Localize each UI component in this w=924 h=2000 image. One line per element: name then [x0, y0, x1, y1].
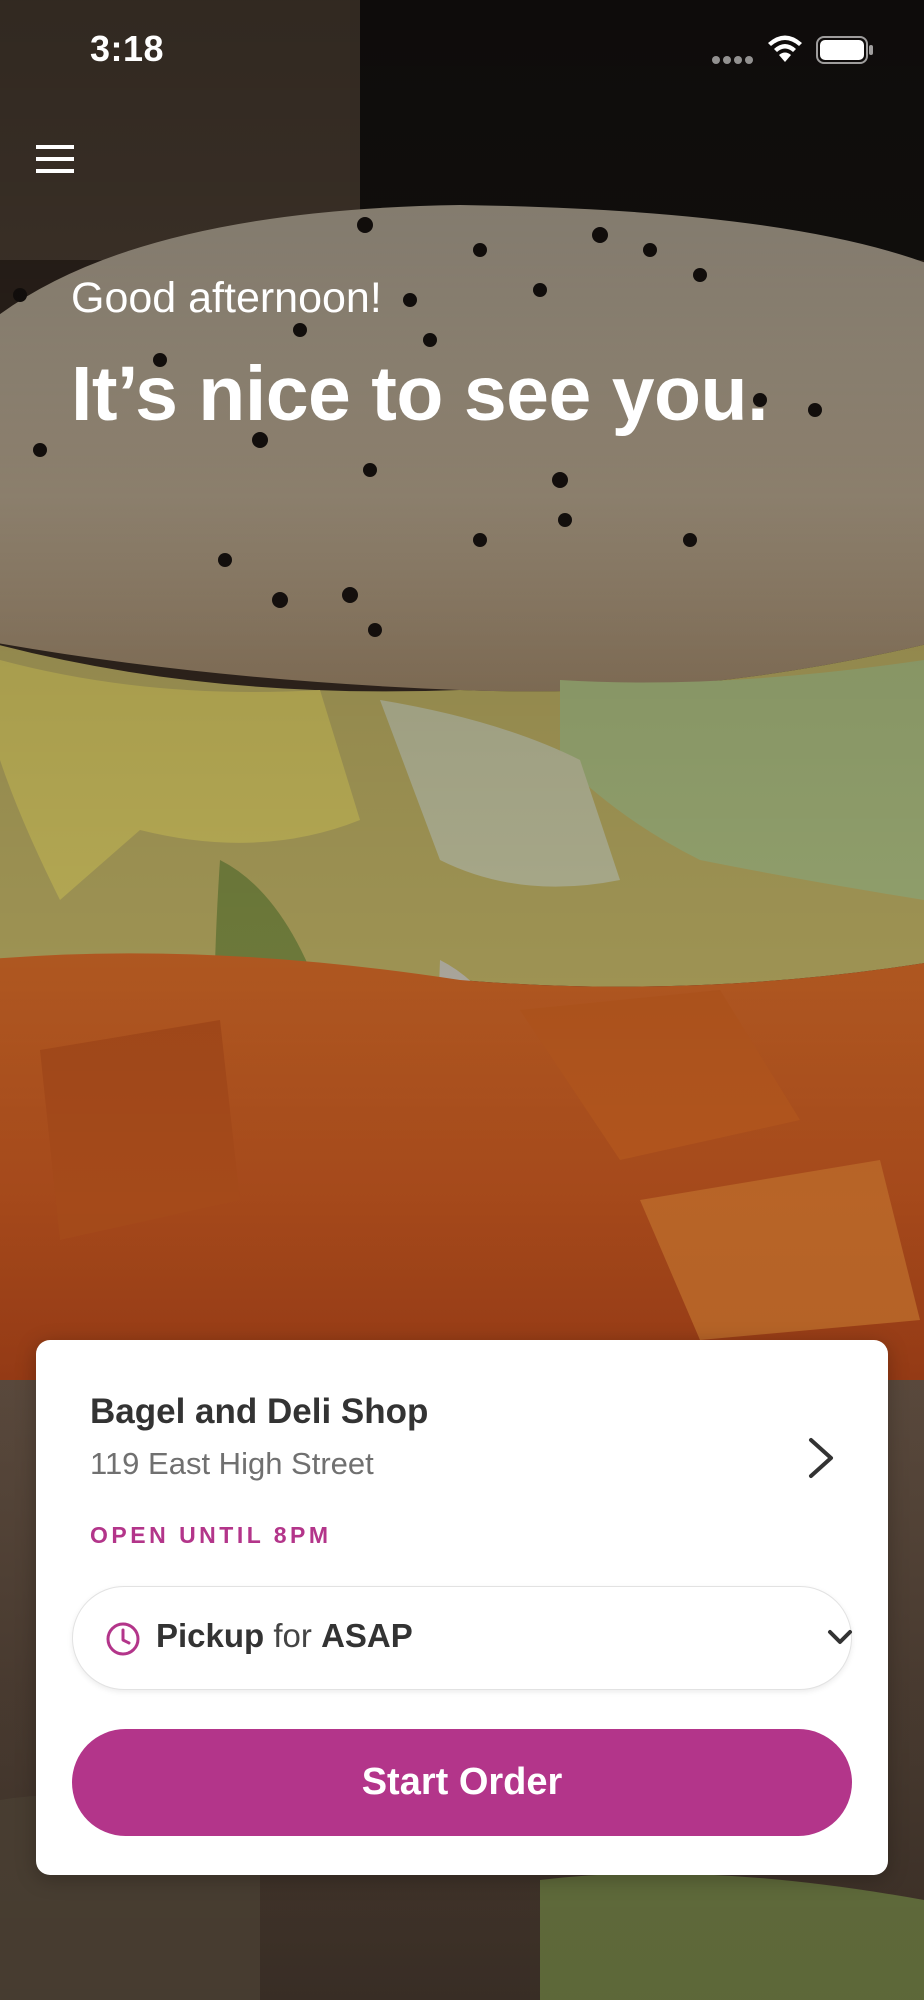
- order-mode-connector: for: [273, 1617, 312, 1654]
- greeting-title: It’s nice to see you.: [71, 351, 768, 437]
- clock-icon: [106, 1622, 140, 1656]
- order-mode-select[interactable]: Pickup for ASAP: [72, 1586, 852, 1690]
- order-mode-type: Pickup: [156, 1617, 265, 1654]
- wifi-icon: [768, 35, 802, 62]
- order-mode-text: Pickup for ASAP: [156, 1617, 413, 1655]
- status-time: 3:18: [90, 28, 165, 69]
- greeting-subtitle: Good afternoon!: [71, 274, 382, 322]
- store-hours: OPEN UNTIL 8PM: [90, 1522, 332, 1548]
- hamburger-menu-icon[interactable]: [30, 136, 80, 182]
- store-name: Bagel and Deli Shop: [90, 1392, 429, 1431]
- chevron-right-icon: [809, 1438, 833, 1478]
- store-details-link[interactable]: Bagel and Deli Shop 119 East High Street: [36, 1340, 888, 1520]
- battery-icon: [816, 36, 873, 64]
- home-screen: 3:18 Good afternoon! It’s nice to see yo…: [0, 0, 924, 2000]
- status-bar: 3:18: [0, 0, 924, 100]
- order-mode-time: ASAP: [321, 1617, 413, 1654]
- store-card: Bagel and Deli Shop 119 East High Street…: [36, 1340, 888, 1875]
- chevron-down-icon: [828, 1630, 852, 1644]
- cellular-signal-icon: [712, 56, 753, 64]
- start-order-button[interactable]: Start Order: [72, 1729, 852, 1836]
- store-address: 119 East High Street: [90, 1446, 374, 1481]
